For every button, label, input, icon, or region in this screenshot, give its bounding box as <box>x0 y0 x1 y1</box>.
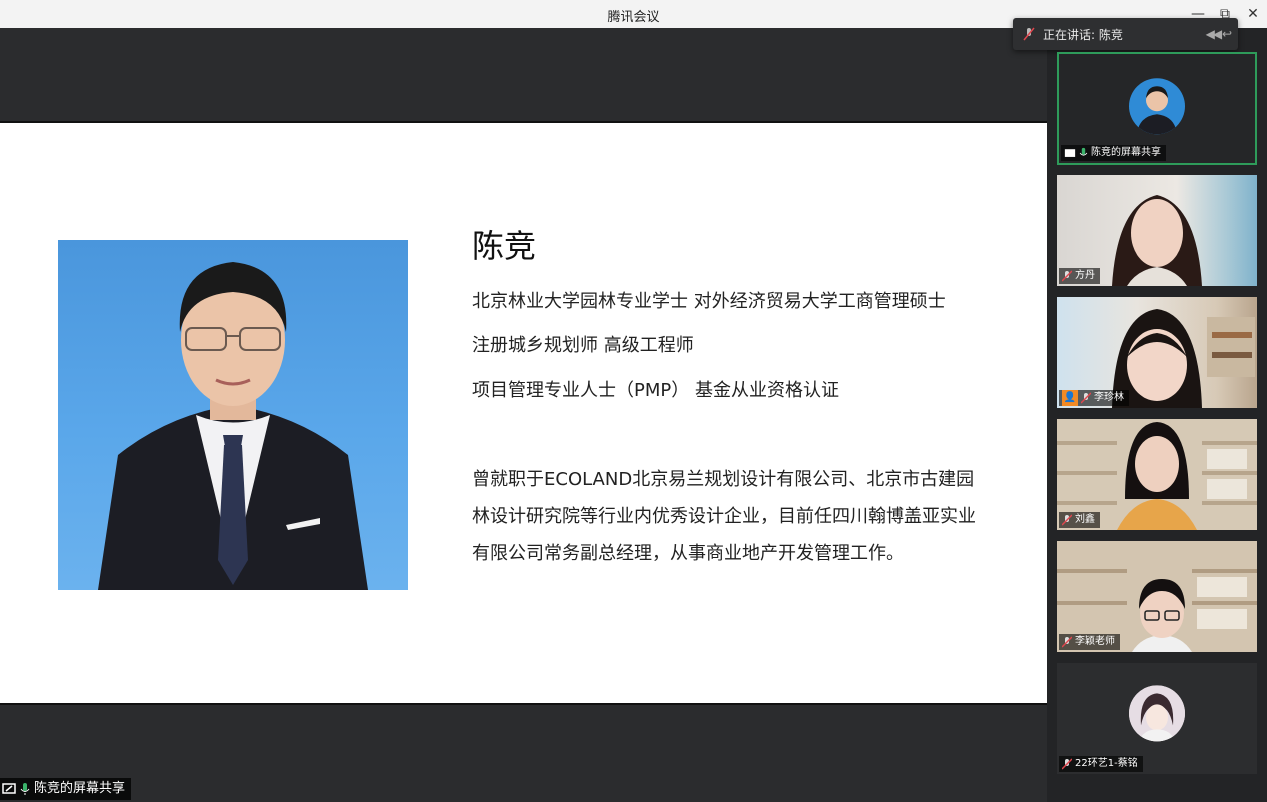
participant-tile[interactable]: 👤 李珍林 <box>1057 297 1257 408</box>
participant-label: 李颖老师 <box>1059 634 1120 650</box>
participant-label: 👤 李珍林 <box>1059 390 1129 406</box>
speaker-portrait-image <box>98 262 368 590</box>
host-badge-icon: 👤 <box>1062 390 1078 406</box>
close-button[interactable]: ✕ <box>1242 4 1264 24</box>
screen-share-label-text: 陈竞的屏幕共享 <box>34 781 126 796</box>
slide-bio-paragraph: 曾就职于ECOLAND北京易兰规划设计有限公司、北京市古建园林设计研究院等行业内… <box>472 469 976 564</box>
participant-tile[interactable]: 方丹 <box>1057 175 1257 286</box>
mic-muted-icon <box>1062 270 1072 282</box>
participant-tile[interactable]: 22环艺1-蔡铭 <box>1057 663 1257 774</box>
avatar <box>1129 77 1185 134</box>
speaking-text: 正在讲话: 陈竞 <box>1043 27 1123 42</box>
slide-speaker-name: 陈竞 <box>472 227 537 265</box>
participant-tile[interactable]: 陈竞的屏幕共享 <box>1057 52 1257 165</box>
participant-label: 方丹 <box>1059 268 1100 284</box>
mic-muted-icon <box>1062 636 1072 648</box>
shared-slide: 陈竞 北京林业大学园林专业学士 对外经济贸易大学工商管理硕士 注册城乡规划师 高… <box>0 121 1047 705</box>
screen-share-icon <box>1064 148 1076 157</box>
participant-name: 陈竞的屏幕共享 <box>1091 147 1161 158</box>
speaking-indicator: 正在讲话: 陈竞 ◀◀ ↩ <box>1013 18 1238 50</box>
slide-credential-line: 注册城乡规划师 高级工程师 <box>472 335 694 356</box>
participant-tile[interactable]: 李颖老师 <box>1057 541 1257 652</box>
mic-on-icon <box>1079 147 1088 156</box>
mic-muted-icon <box>1081 392 1091 404</box>
screen-share-label: 陈竞的屏幕共享 <box>0 778 132 800</box>
slide-credential-line: 北京林业大学园林专业学士 对外经济贸易大学工商管理硕士 <box>472 291 946 312</box>
mic-muted-icon <box>1062 514 1072 526</box>
participant-name: 22环艺1-蔡铭 <box>1075 758 1138 769</box>
participant-name: 刘鑫 <box>1075 514 1095 525</box>
mic-on-icon <box>20 783 30 795</box>
mic-muted-icon <box>1062 758 1072 770</box>
participant-tile[interactable]: 刘鑫 <box>1057 419 1257 530</box>
collapse-icon[interactable]: ◀◀ ↩ <box>1206 27 1232 41</box>
participant-label: 刘鑫 <box>1059 512 1100 528</box>
screen-share-icon <box>2 783 16 794</box>
participant-label: 22环艺1-蔡铭 <box>1059 756 1143 772</box>
avatar <box>1129 684 1185 741</box>
participant-name: 李颖老师 <box>1075 636 1115 647</box>
participant-label: 陈竞的屏幕共享 <box>1061 145 1166 161</box>
shared-screen-area: 陈竞 北京林业大学园林专业学士 对外经济贸易大学工商管理硕士 注册城乡规划师 高… <box>0 28 1047 802</box>
participant-name: 方丹 <box>1075 270 1095 281</box>
slide-credential-line: 项目管理专业人士（PMP） 基金从业资格认证 <box>472 380 839 401</box>
mic-muted-icon <box>1023 27 1035 41</box>
speaker-photo <box>58 240 408 590</box>
participant-name: 李珍林 <box>1094 392 1124 403</box>
